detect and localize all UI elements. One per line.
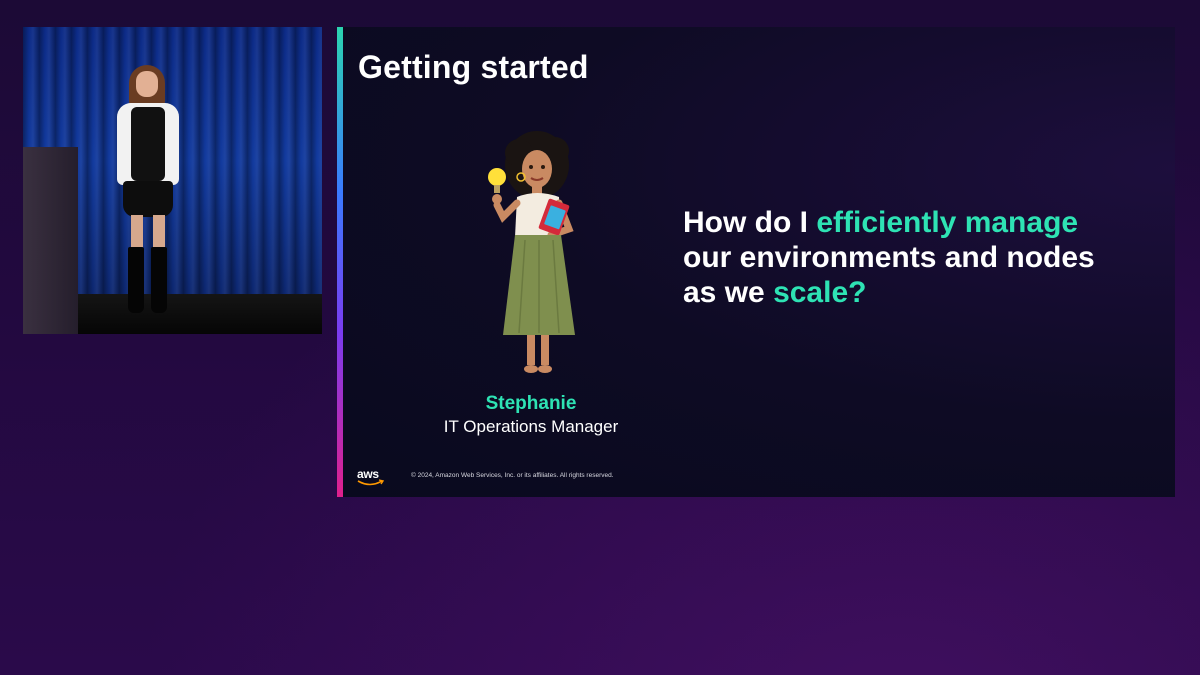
presentation-slide: Getting started Stephanie IT Operations … — [337, 27, 1175, 497]
slide-title: Getting started — [358, 49, 589, 85]
persona-name: Stephanie — [485, 393, 577, 414]
speaker-video-feed — [23, 27, 322, 334]
slide-question: How do I efficiently manage our environm… — [683, 205, 1143, 310]
aws-smile-icon — [357, 479, 385, 486]
question-highlight: efficiently manage — [816, 206, 1079, 239]
copyright-notice: © 2024, Amazon Web Services, Inc. or its… — [411, 472, 614, 479]
slide-accent-bar — [337, 27, 343, 497]
question-text: How do I — [683, 206, 817, 239]
question-highlight: scale? — [773, 276, 867, 309]
question-text: as we — [683, 276, 774, 309]
podium — [23, 147, 78, 334]
persona-role: IT Operations Manager — [443, 417, 619, 436]
aws-logo-icon: aws — [357, 467, 387, 487]
presenter-figure — [103, 63, 193, 323]
woman-with-lightbulb-icon — [488, 131, 575, 373]
question-text: our environments and nodes — [683, 241, 1095, 274]
